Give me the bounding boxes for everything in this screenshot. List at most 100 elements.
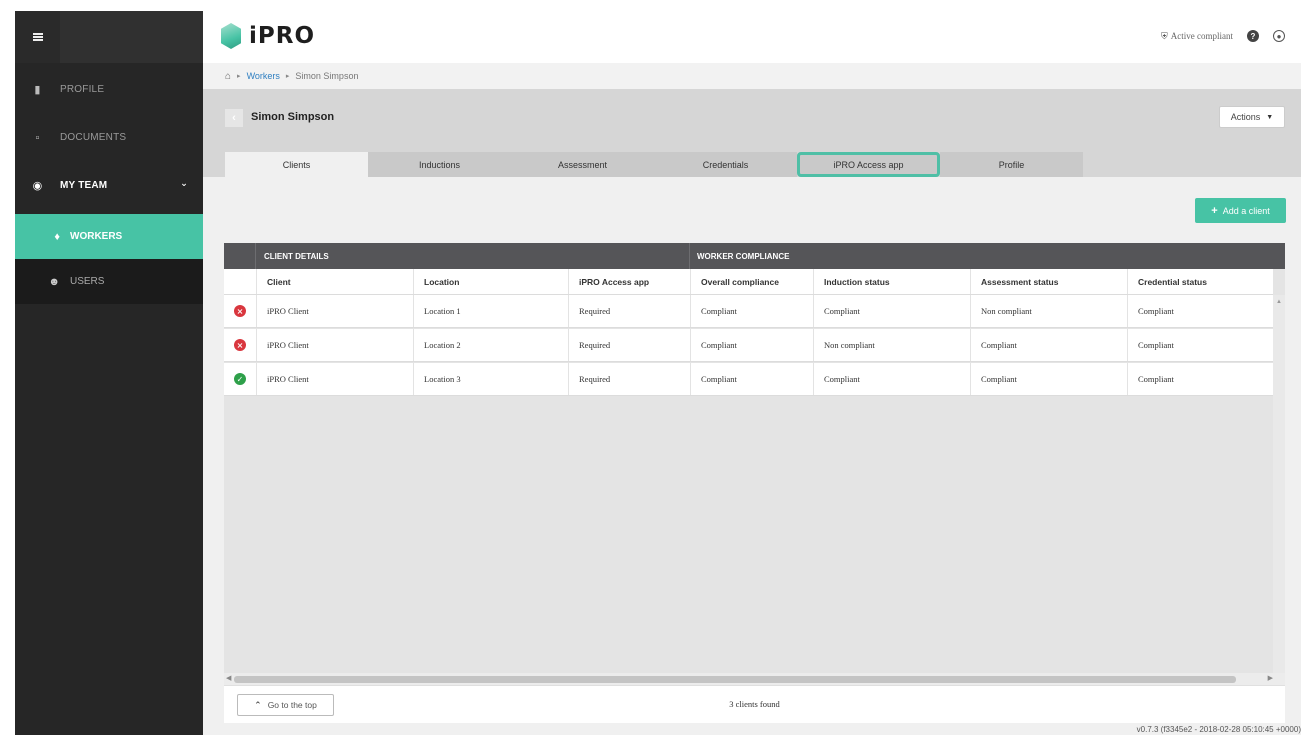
sidebar-item-label: DOCUMENTS	[60, 132, 127, 143]
page-title: Simon Simpson	[251, 111, 335, 123]
menu-toggle-button[interactable]	[15, 11, 60, 63]
compliance-status[interactable]: ⛨ Active compliant	[1161, 31, 1233, 42]
sidebar-top	[15, 11, 203, 63]
sidebar-item-users[interactable]: ☻ USERS	[15, 259, 203, 304]
scroll-up-icon[interactable]: ▲	[1276, 299, 1282, 305]
cell-ipro-access-app: Required	[568, 363, 690, 395]
column-header-induction-status[interactable]: Induction status	[813, 269, 970, 294]
team-icon: ◉	[32, 180, 43, 192]
table-column-header: Client Location iPRO Access app Overall …	[224, 269, 1273, 295]
worker-icon: ♦	[54, 230, 60, 243]
column-header-ipro-access-app[interactable]: iPRO Access app	[568, 269, 690, 294]
row-status: ×	[224, 329, 256, 361]
logo-text: iPRO	[249, 23, 316, 49]
users-icon: ☻	[48, 275, 60, 288]
tab-clients[interactable]: Clients	[225, 152, 368, 177]
row-status: ✓	[224, 363, 256, 395]
group-divider	[255, 243, 256, 269]
cell-overall-compliance: Compliant	[690, 295, 813, 327]
caret-down-icon: ▼	[1266, 113, 1274, 121]
cell-ipro-access-app: Required	[568, 329, 690, 361]
go-to-top-label: Go to the top	[267, 700, 317, 710]
sidebar-item-documents[interactable]: ▫ DOCUMENTS	[15, 115, 203, 160]
breadcrumb: ⌂ ▸ Workers ▸ Simon Simpson	[203, 63, 1301, 89]
back-button[interactable]: ‹	[225, 109, 243, 127]
cell-client: iPRO Client	[256, 295, 413, 327]
chevron-down-icon: ⌄	[180, 178, 188, 188]
column-header-client[interactable]: Client	[256, 269, 413, 294]
page-header: ‹ Simon Simpson Actions ▼ Clients Induct…	[203, 89, 1301, 177]
compliance-status-label: Active compliant	[1170, 30, 1233, 41]
scroll-left-icon[interactable]: ◀	[226, 674, 231, 682]
cell-assessment-status: Non compliant	[970, 295, 1127, 327]
sidebar-header	[60, 11, 203, 63]
shield-icon: ⛨	[1161, 30, 1168, 41]
clients-table: CLIENT DETAILS WORKER COMPLIANCE Client …	[224, 243, 1285, 683]
go-to-top-button[interactable]: ⌃ Go to the top	[237, 694, 334, 716]
row-status: ×	[224, 295, 256, 327]
column-header-overall-compliance[interactable]: Overall compliance	[690, 269, 813, 294]
actions-label: Actions	[1230, 112, 1261, 122]
logo[interactable]: iPRO	[221, 23, 315, 49]
tab-profile[interactable]: Profile	[940, 152, 1083, 177]
cell-induction-status: Compliant	[813, 363, 970, 395]
add-client-label: Add a client	[1222, 205, 1270, 216]
table-row[interactable]: × iPRO Client Location 2 Required Compli…	[224, 329, 1273, 362]
breadcrumb-current: Simon Simpson	[295, 71, 359, 81]
actions-dropdown-button[interactable]: Actions ▼	[1219, 106, 1285, 128]
tab-ipro-access-app[interactable]: iPRO Access app	[797, 152, 940, 177]
column-header-assessment-status[interactable]: Assessment status	[970, 269, 1127, 294]
top-header: iPRO ⛨ Active compliant ? ●	[203, 11, 1301, 63]
cell-location: Location 1	[413, 295, 568, 327]
cell-client: iPRO Client	[256, 363, 413, 395]
add-client-button[interactable]: + Add a client	[1195, 198, 1286, 223]
chevron-left-icon: ‹	[232, 112, 236, 124]
app-window: ▮ PROFILE ▫ DOCUMENTS ◉ MY TEAM ⌄ ♦ WORK…	[15, 11, 1301, 735]
sidebar: ▮ PROFILE ▫ DOCUMENTS ◉ MY TEAM ⌄ ♦ WORK…	[15, 11, 203, 735]
cell-credential-status: Compliant	[1127, 363, 1273, 395]
tab-assessment[interactable]: Assessment	[511, 152, 654, 177]
version-info: v0.7.3 (f3345e2 - 2018-02-28 05:10:45 +0…	[1136, 725, 1301, 734]
table-row[interactable]: ✓ iPRO Client Location 3 Required Compli…	[224, 363, 1273, 396]
sidebar-item-profile[interactable]: ▮ PROFILE	[15, 67, 203, 112]
table-row[interactable]: × iPRO Client Location 1 Required Compli…	[224, 295, 1273, 328]
cell-credential-status: Compliant	[1127, 329, 1273, 361]
tab-inductions[interactable]: Inductions	[368, 152, 511, 177]
column-header-credential-status[interactable]: Credential status	[1127, 269, 1273, 294]
sidebar-item-my-team[interactable]: ◉ MY TEAM ⌄	[15, 163, 203, 208]
hamburger-icon	[32, 33, 43, 35]
cell-ipro-access-app: Required	[568, 295, 690, 327]
table-footer: 3 clients found ⌃ Go to the top	[224, 685, 1285, 723]
check-icon: ✓	[234, 373, 246, 385]
cell-location: Location 2	[413, 329, 568, 361]
profile-icon: ▮	[34, 84, 41, 96]
cell-overall-compliance: Compliant	[690, 329, 813, 361]
sidebar-item-label: USERS	[70, 276, 105, 287]
error-icon: ×	[234, 339, 246, 351]
sidebar-item-label: MY TEAM	[60, 180, 108, 191]
cell-assessment-status: Compliant	[970, 329, 1127, 361]
scrollbar-thumb[interactable]	[234, 676, 1236, 683]
sidebar-item-workers[interactable]: ♦ WORKERS	[15, 214, 203, 259]
error-icon: ×	[234, 305, 246, 317]
column-header-location[interactable]: Location	[413, 269, 568, 294]
breadcrumb-workers-link[interactable]: Workers	[247, 71, 280, 81]
plus-icon: +	[1211, 204, 1218, 217]
user-account-icon[interactable]: ●	[1273, 30, 1285, 42]
logo-icon	[221, 23, 241, 49]
cell-induction-status: Non compliant	[813, 329, 970, 361]
tab-bar: Clients Inductions Assessment Credential…	[225, 152, 1083, 177]
chevron-right-icon: ▸	[237, 73, 241, 80]
vertical-scrollbar[interactable]: ▲ ▼	[1273, 295, 1285, 683]
chevron-right-icon: ▸	[285, 73, 290, 80]
cell-location: Location 3	[413, 363, 568, 395]
scroll-right-icon[interactable]: ▶	[1268, 674, 1273, 682]
sidebar-item-label: WORKERS	[70, 231, 123, 242]
horizontal-scrollbar[interactable]: ◀ ▶	[224, 673, 1285, 685]
tab-credentials[interactable]: Credentials	[654, 152, 797, 177]
cell-overall-compliance: Compliant	[690, 363, 813, 395]
help-icon[interactable]: ?	[1247, 30, 1259, 42]
group-worker-compliance: WORKER COMPLIANCE	[697, 252, 790, 261]
home-icon[interactable]: ⌂	[225, 71, 231, 82]
sidebar-item-label: PROFILE	[60, 84, 105, 95]
